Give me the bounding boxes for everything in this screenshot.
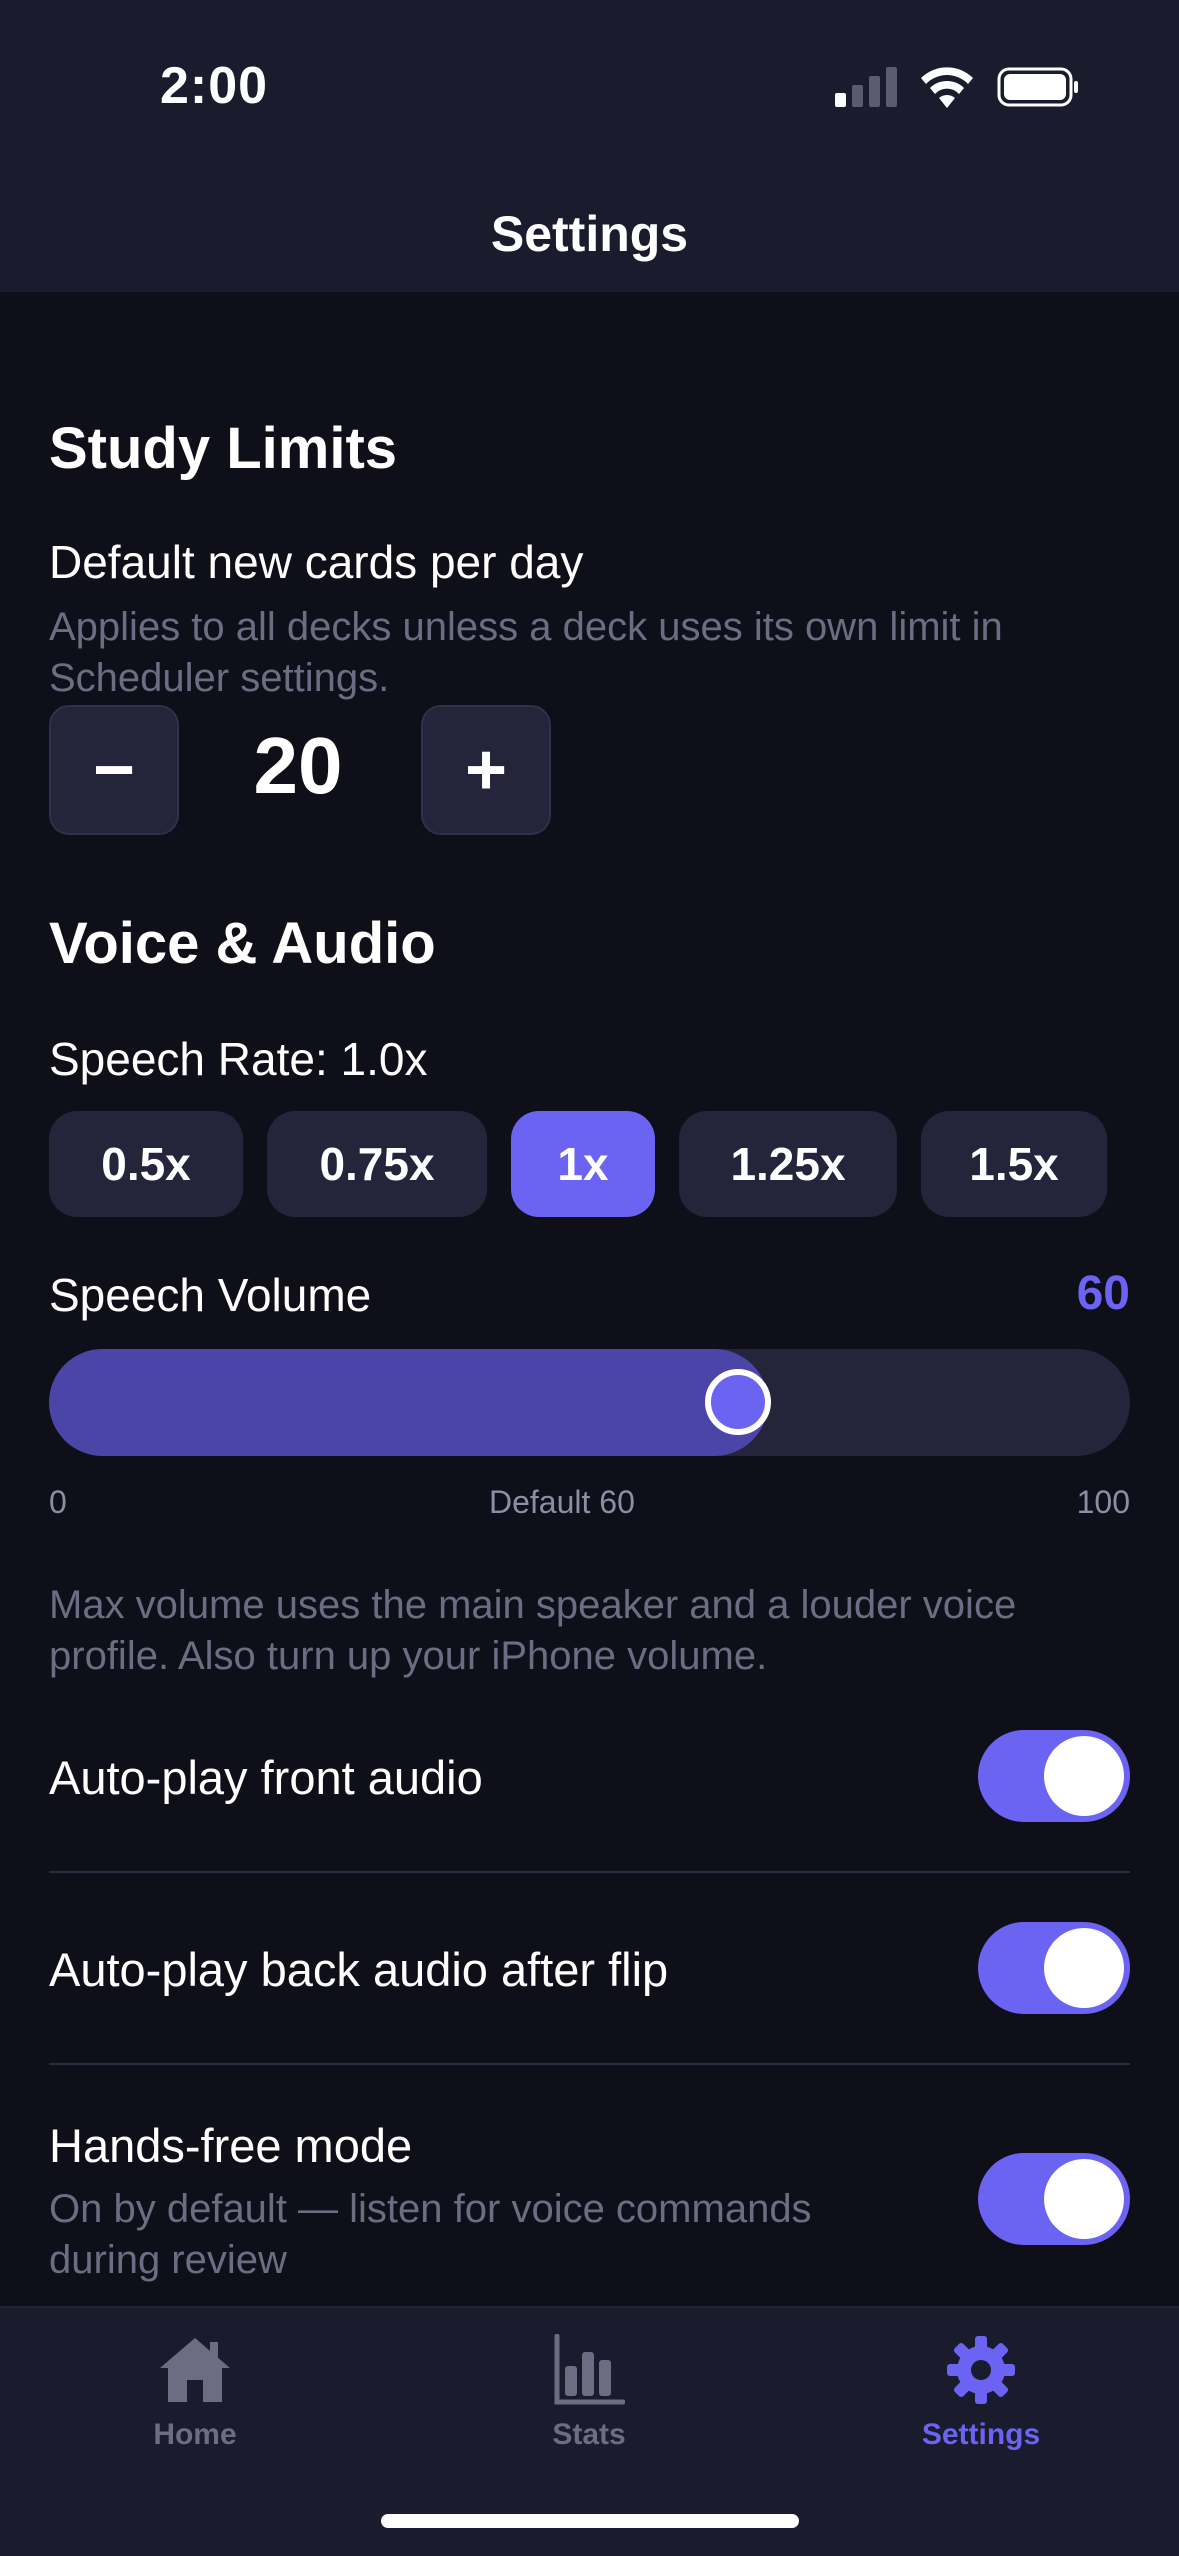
slider-default-label: Default 60 bbox=[489, 1484, 635, 1520]
slider-thumb[interactable] bbox=[704, 1369, 771, 1435]
section-title-voice-audio: Voice & Audio bbox=[49, 911, 436, 976]
hands-free-label: Hands-free mode bbox=[49, 2119, 413, 2172]
speech-volume-label: Speech Volume bbox=[49, 1269, 372, 1321]
hands-free-toggle[interactable] bbox=[978, 2153, 1130, 2245]
home-indicator bbox=[381, 2514, 799, 2528]
speech-rate-options: 0.5x 0.75x 1x 1.25x 1.5x bbox=[49, 1111, 1107, 1217]
volume-hint: Max volume uses the main speaker and a l… bbox=[49, 1583, 1017, 1678]
autoplay-front-label: Auto-play front audio bbox=[49, 1751, 483, 1804]
cellular-signal-icon bbox=[835, 67, 897, 107]
speech-volume-value: 60 bbox=[1076, 1267, 1130, 1320]
toggle-knob bbox=[1044, 1928, 1124, 2008]
battery-icon bbox=[997, 67, 1078, 107]
increment-button[interactable]: + bbox=[421, 705, 551, 835]
new-cards-label: Default new cards per day bbox=[49, 536, 584, 588]
decrement-button[interactable]: − bbox=[49, 705, 179, 835]
settings-screen: 2:00 Settings Study Limits Default new c… bbox=[0, 0, 1179, 2556]
status-time: 2:00 bbox=[160, 57, 269, 115]
page-title: Settings bbox=[490, 206, 689, 262]
toggle-knob bbox=[1044, 2159, 1124, 2239]
slider-min-label: 0 bbox=[49, 1484, 67, 1520]
tab-stats[interactable]: Stats bbox=[459, 2330, 719, 2452]
header: 2:00 Settings bbox=[0, 0, 1179, 292]
speech-volume-slider[interactable] bbox=[49, 1349, 1130, 1456]
speech-rate-label: Speech Rate: 1.0x bbox=[49, 1033, 428, 1085]
slider-max-label: 100 bbox=[1076, 1484, 1130, 1520]
tab-home-label: Home bbox=[153, 2418, 237, 2451]
hands-free-hint: On by default — listen for voice command… bbox=[49, 2187, 812, 2282]
autoplay-back-toggle[interactable] bbox=[978, 1922, 1130, 2014]
bar-chart-icon bbox=[554, 2334, 625, 2405]
autoplay-front-toggle[interactable] bbox=[978, 1730, 1130, 1822]
tab-home[interactable]: Home bbox=[65, 2330, 325, 2452]
autoplay-back-label: Auto-play back audio after flip bbox=[49, 1943, 669, 1996]
rate-option-1-5x[interactable]: 1.5x bbox=[921, 1111, 1107, 1217]
tab-stats-label: Stats bbox=[552, 2418, 626, 2451]
slider-fill bbox=[49, 1349, 768, 1456]
tab-settings-label: Settings bbox=[921, 2418, 1041, 2451]
status-icons bbox=[835, 62, 1079, 112]
rate-option-1x[interactable]: 1x bbox=[511, 1111, 655, 1217]
toggle-knob bbox=[1044, 1736, 1124, 1816]
divider bbox=[49, 1871, 1130, 1873]
rate-option-1-25x[interactable]: 1.25x bbox=[679, 1111, 897, 1217]
gear-icon bbox=[947, 2336, 1015, 2404]
home-icon bbox=[160, 2338, 230, 2402]
new-cards-hint: Applies to all decks unless a deck uses … bbox=[49, 605, 1003, 700]
tab-settings[interactable]: Settings bbox=[851, 2330, 1111, 2452]
wifi-icon bbox=[921, 67, 973, 108]
divider bbox=[49, 2063, 1130, 2065]
new-cards-value: 20 bbox=[253, 721, 343, 810]
rate-option-0-75x[interactable]: 0.75x bbox=[267, 1111, 487, 1217]
section-title-study-limits: Study Limits bbox=[49, 416, 398, 481]
rate-option-0-5x[interactable]: 0.5x bbox=[49, 1111, 243, 1217]
